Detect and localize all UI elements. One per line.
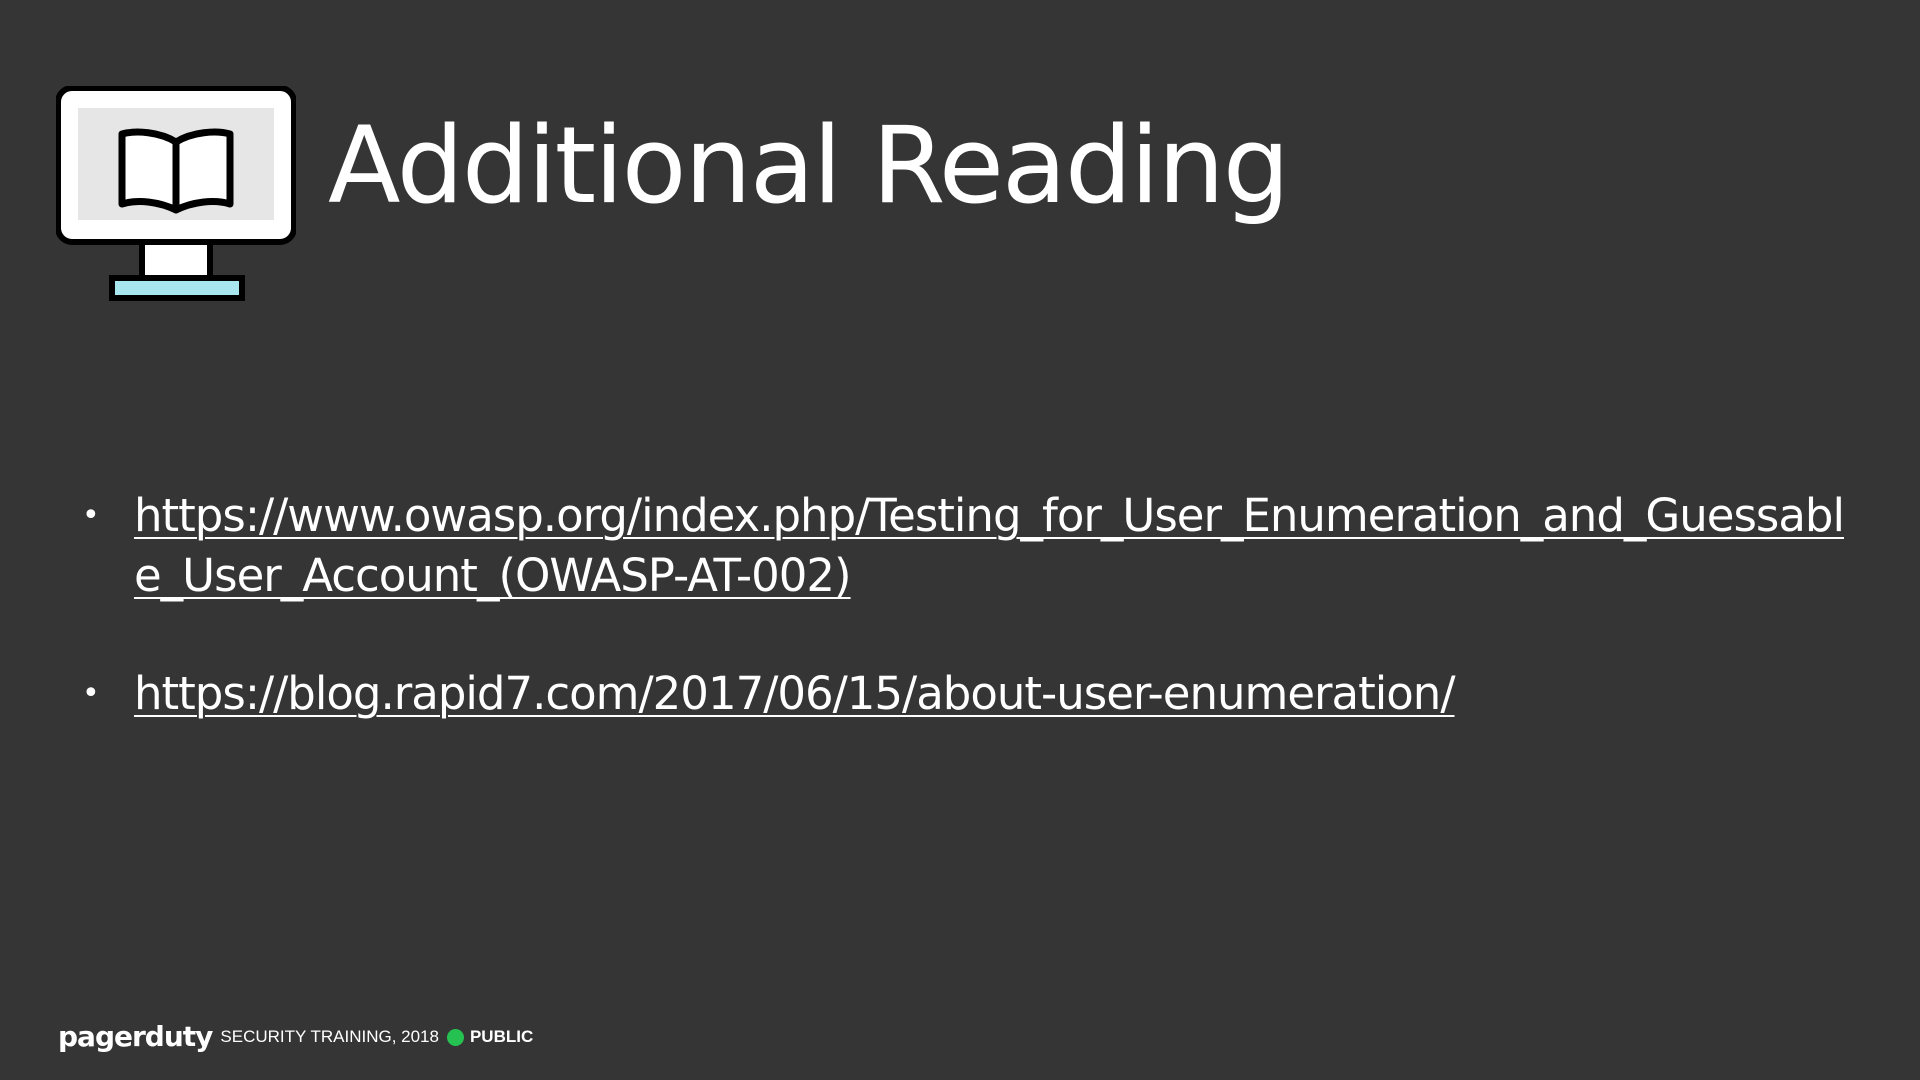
page-title: Additional Reading — [328, 104, 1290, 227]
bullet: • — [82, 498, 100, 533]
footer-caption: SECURITY TRAINING, 2018 — [220, 1027, 439, 1046]
bullet: • — [82, 676, 100, 711]
footer: pagerduty SECURITY TRAINING, 2018 PUBLIC — [58, 1020, 533, 1054]
list-item: • https://blog.rapid7.com/2017/06/15/abo… — [82, 664, 1862, 724]
link-list: • https://www.owasp.org/index.php/Testin… — [82, 486, 1862, 782]
rapid7-link[interactable]: https://blog.rapid7.com/2017/06/15/about… — [134, 667, 1455, 720]
classification-badge: PUBLIC — [469, 1027, 534, 1046]
list-item: • https://www.owasp.org/index.php/Testin… — [82, 486, 1862, 606]
slide: Additional Reading • https://www.owasp.o… — [0, 0, 1920, 1080]
status-dot-icon — [446, 1028, 464, 1046]
monitor-book-icon — [55, 85, 297, 302]
owasp-link[interactable]: https://www.owasp.org/index.php/Testing_… — [134, 489, 1845, 602]
pagerduty-logo: pagerduty — [58, 1020, 213, 1053]
